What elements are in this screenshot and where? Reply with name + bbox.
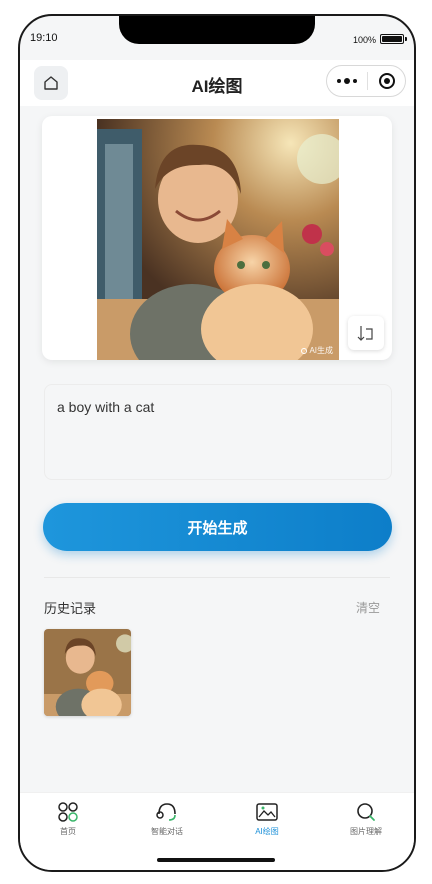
ai-watermark: AI生成 bbox=[301, 345, 333, 356]
apps-icon bbox=[58, 802, 78, 822]
clear-history-button[interactable]: 清空 bbox=[356, 599, 380, 616]
tab-chat[interactable]: 智能对话 bbox=[132, 801, 202, 837]
history-thumbnail[interactable] bbox=[44, 629, 131, 716]
tab-label: 智能对话 bbox=[151, 827, 183, 836]
image-icon bbox=[256, 803, 278, 821]
save-image-button[interactable] bbox=[348, 316, 384, 350]
save-download-icon bbox=[357, 326, 373, 341]
tab-label: 图片理解 bbox=[350, 827, 382, 836]
generated-image[interactable]: AI生成 bbox=[97, 119, 339, 360]
battery-percent: 100% bbox=[352, 35, 376, 45]
battery-icon bbox=[380, 34, 407, 44]
generated-image-card: AI生成 bbox=[42, 116, 392, 360]
headset-icon bbox=[156, 803, 176, 821]
search-icon bbox=[357, 803, 375, 821]
tab-label: 首页 bbox=[60, 827, 76, 836]
prompt-input[interactable]: a boy with a cat bbox=[44, 384, 392, 480]
tab-label: AI绘图 bbox=[255, 827, 279, 836]
tab-home[interactable]: 首页 bbox=[33, 801, 103, 837]
home-indicator bbox=[157, 858, 275, 862]
status-time: 19:10 bbox=[30, 32, 58, 44]
phone-frame: 19:10 100% AI绘图 AI生成 a boy with a cat 开始… bbox=[18, 14, 416, 872]
divider bbox=[44, 577, 390, 578]
tab-bar: 首页 智能对话 AI绘图 图片理解 bbox=[20, 792, 414, 870]
more-dots-icon[interactable] bbox=[327, 78, 367, 84]
nav-bar: AI绘图 bbox=[20, 60, 414, 106]
history-title: 历史记录 bbox=[44, 601, 97, 616]
close-target-button[interactable] bbox=[368, 73, 405, 89]
tab-ai-drawing[interactable]: AI绘图 bbox=[232, 801, 302, 837]
generate-button[interactable]: 开始生成 bbox=[43, 503, 392, 551]
target-icon bbox=[378, 73, 395, 89]
mini-program-capsule bbox=[326, 65, 406, 97]
tab-image-understanding[interactable]: 图片理解 bbox=[331, 801, 401, 837]
notch bbox=[119, 16, 315, 44]
